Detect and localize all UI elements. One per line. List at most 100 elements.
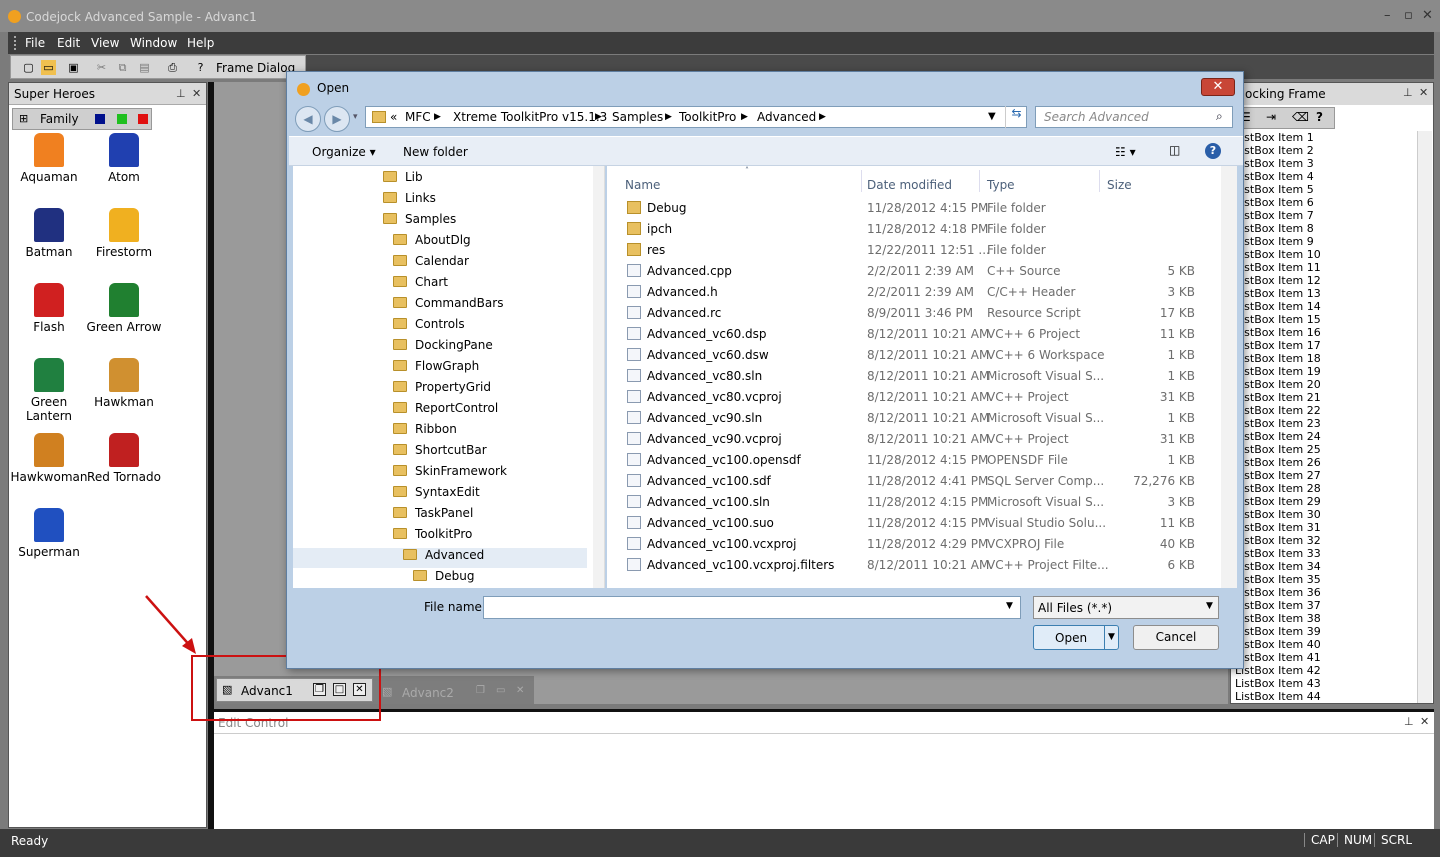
tree-item[interactable]: Debug: [413, 569, 474, 588]
file-row[interactable]: Advanced_vc100.sln 11/28/2012 4:15 PM Micr…: [607, 492, 1217, 513]
listbox-item[interactable]: ListBox Item 35: [1235, 573, 1415, 586]
hero-item[interactable]: Batman: [9, 208, 89, 259]
tree-item[interactable]: Links: [383, 191, 436, 211]
tree-scrollbar[interactable]: [593, 166, 604, 588]
paste-icon[interactable]: ▤: [137, 60, 152, 75]
listbox-item[interactable]: ListBox Item 16: [1235, 326, 1415, 339]
listbox-item[interactable]: ListBox Item 5: [1235, 183, 1415, 196]
file-list-scrollbar[interactable]: [1221, 166, 1237, 588]
save-icon[interactable]: ▣: [66, 60, 81, 75]
listbox-item[interactable]: ListBox Item 36: [1235, 586, 1415, 599]
blue-swatch[interactable]: [95, 114, 105, 124]
search-input[interactable]: Search Advanced ⌕: [1035, 106, 1233, 128]
listbox-item[interactable]: ListBox Item 10: [1235, 248, 1415, 261]
new-folder-button[interactable]: New folder: [403, 145, 468, 159]
hero-item[interactable]: Hawkwoman: [9, 433, 89, 484]
frame-button[interactable]: Frame: [216, 61, 253, 75]
listbox[interactable]: ListBox Item 1 ListBox Item 2 ListBox Item…: [1235, 131, 1415, 703]
tab-advanc2[interactable]: ▧ Advanc2 ❐ ▭ ✕: [378, 682, 534, 704]
listbox-item[interactable]: ListBox Item 11: [1235, 261, 1415, 274]
hero-item[interactable]: Green Lantern: [9, 358, 89, 423]
listbox-item[interactable]: ListBox Item 43: [1235, 677, 1415, 690]
hero-item[interactable]: Flash: [9, 283, 89, 334]
breadcrumb-chevron-icon[interactable]: ▶: [595, 112, 602, 122]
open-split-dropdown-icon[interactable]: ▼: [1104, 626, 1115, 649]
listbox-item[interactable]: ListBox Item 41: [1235, 651, 1415, 664]
breadcrumb-chevron-icon[interactable]: ▶: [434, 112, 441, 122]
forward-button[interactable]: ▶: [324, 106, 350, 132]
file-row[interactable]: Advanced.rc 8/9/2011 3:46 PM Resource Scri…: [607, 303, 1217, 324]
file-row[interactable]: ipch 11/28/2012 4:18 PM File folder: [607, 219, 1217, 240]
file-row[interactable]: Advanced.h 2/2/2011 2:39 AM C/C++ Header 3 …: [607, 282, 1217, 303]
listbox-item[interactable]: ListBox Item 13: [1235, 287, 1415, 300]
minimize-icon[interactable]: –: [1384, 8, 1391, 23]
file-row[interactable]: Advanced_vc100.vcxproj 11/28/2012 4:29 PM…: [607, 534, 1217, 555]
listbox-item[interactable]: ListBox Item 40: [1235, 638, 1415, 651]
file-row[interactable]: Advanced_vc60.dsp 8/12/2011 10:21 AM VC++ …: [607, 324, 1217, 345]
hero-item[interactable]: Aquaman: [9, 133, 89, 184]
tree-item[interactable]: Samples: [383, 212, 456, 232]
listbox-item[interactable]: ListBox Item 19: [1235, 365, 1415, 378]
listbox-item[interactable]: ListBox Item 28: [1235, 482, 1415, 495]
listbox-item[interactable]: ListBox Item 22: [1235, 404, 1415, 417]
listbox-item[interactable]: ListBox Item 3: [1235, 157, 1415, 170]
listbox-scrollbar[interactable]: [1417, 131, 1432, 703]
listbox-item[interactable]: ListBox Item 18: [1235, 352, 1415, 365]
listbox-item[interactable]: ListBox Item 29: [1235, 495, 1415, 508]
file-name-input[interactable]: ▼: [483, 596, 1021, 619]
tree-item[interactable]: TaskPanel: [393, 506, 473, 526]
listbox-item[interactable]: ListBox Item 44: [1235, 690, 1415, 703]
search-icon[interactable]: ⌕: [1216, 109, 1223, 124]
pin-icon[interactable]: ⊥: [1403, 86, 1413, 99]
listbox-item[interactable]: ListBox Item 23: [1235, 417, 1415, 430]
listbox-item[interactable]: ListBox Item 32: [1235, 534, 1415, 547]
col-separator[interactable]: [1099, 170, 1100, 192]
col-size[interactable]: Size: [1107, 178, 1132, 192]
preview-pane-icon[interactable]: ◫: [1169, 143, 1180, 157]
col-date-modified[interactable]: Date modified: [867, 178, 952, 192]
file-row[interactable]: res 12/22/2011 12:51 ... File folder: [607, 240, 1217, 261]
breadcrumb-item[interactable]: ToolkitPro: [679, 110, 736, 124]
listbox-item[interactable]: ListBox Item 33: [1235, 547, 1415, 560]
menu-window[interactable]: Window: [130, 36, 177, 50]
cancel-button[interactable]: Cancel: [1133, 625, 1219, 650]
breadcrumb-chevron-icon[interactable]: ▶: [741, 112, 748, 122]
listbox-item[interactable]: ListBox Item 38: [1235, 612, 1415, 625]
recent-locations-icon[interactable]: ▾: [353, 112, 358, 122]
listbox-item[interactable]: ListBox Item 42: [1235, 664, 1415, 677]
tree-item[interactable]: SyntaxEdit: [393, 485, 480, 505]
listbox-item[interactable]: ListBox Item 27: [1235, 469, 1415, 482]
file-row[interactable]: Advanced_vc100.vcxproj.filters 8/12/2011 …: [607, 555, 1217, 576]
tree-item[interactable]: CommandBars: [393, 296, 503, 316]
tree-item[interactable]: FlowGraph: [393, 359, 479, 379]
copy-icon[interactable]: ⧉: [115, 60, 130, 75]
tree-item[interactable]: Advanced: [293, 548, 587, 568]
breadcrumb-item[interactable]: Advanced: [757, 110, 816, 124]
open-folder-icon[interactable]: ▭: [41, 60, 56, 75]
tree-item[interactable]: Chart: [393, 275, 448, 295]
open-button[interactable]: Open ▼: [1033, 625, 1119, 650]
breadcrumb-item[interactable]: Xtreme ToolkitPro v15.1.3: [453, 110, 607, 124]
file-row[interactable]: Advanced_vc90.sln 8/12/2011 10:21 AM Micro…: [607, 408, 1217, 429]
refresh-button[interactable]: ⇆: [1005, 106, 1027, 128]
help-icon[interactable]: ?: [193, 60, 208, 75]
breadcrumb-chevron-icon[interactable]: ▶: [819, 112, 826, 122]
breadcrumb-item[interactable]: Samples: [612, 110, 663, 124]
listbox-item[interactable]: ListBox Item 31: [1235, 521, 1415, 534]
breadcrumb-item[interactable]: MFC: [405, 110, 431, 124]
listbox-item[interactable]: ListBox Item 9: [1235, 235, 1415, 248]
file-row[interactable]: Advanced_vc60.dsw 8/12/2011 10:21 AM VC++ …: [607, 345, 1217, 366]
hero-item[interactable]: Firestorm: [84, 208, 164, 259]
listbox-item[interactable]: ListBox Item 12: [1235, 274, 1415, 287]
file-row[interactable]: Advanced_vc90.vcproj 8/12/2011 10:21 AM VC…: [607, 429, 1217, 450]
maximize-icon[interactable]: ▫: [1404, 8, 1413, 23]
help-icon[interactable]: ?: [1316, 110, 1323, 124]
tree-item[interactable]: Calendar: [393, 254, 469, 274]
new-file-icon[interactable]: ▢: [21, 60, 36, 75]
cut-icon[interactable]: ✂: [94, 60, 109, 75]
file-row[interactable]: Advanced_vc80.vcproj 8/12/2011 10:21 AM VC…: [607, 387, 1217, 408]
pin-icon[interactable]: ⊥: [1404, 715, 1414, 728]
listbox-item[interactable]: ListBox Item 30: [1235, 508, 1415, 521]
view-options-icon[interactable]: ☷ ▾: [1115, 145, 1136, 159]
hero-item[interactable]: Atom: [84, 133, 164, 184]
